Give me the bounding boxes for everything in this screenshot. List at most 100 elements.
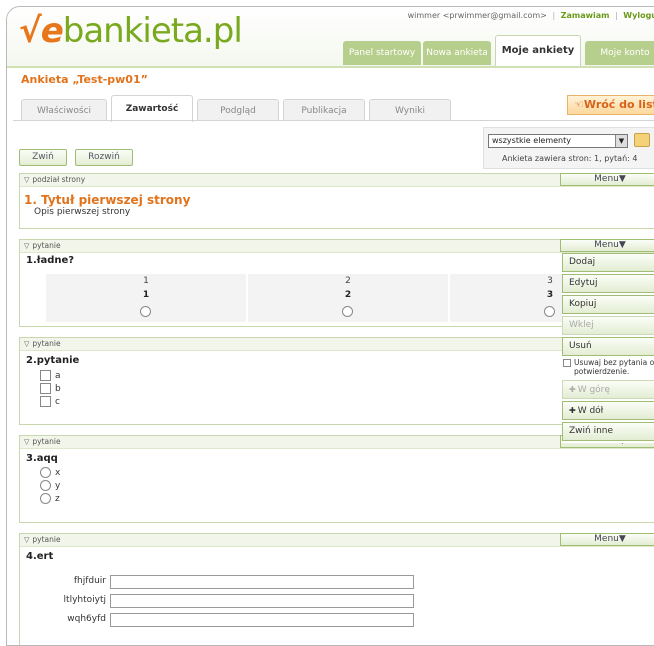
option-label: c — [55, 397, 60, 407]
field-label: wqh6yfd — [67, 614, 106, 624]
radio-button[interactable] — [40, 480, 51, 491]
tab-zawartosc[interactable]: Zawartość — [111, 95, 193, 122]
tab-podglad[interactable]: Podgląd — [197, 99, 279, 121]
checkbox[interactable] — [563, 359, 571, 367]
page-description: Opis pierwszej strony — [34, 207, 131, 217]
move-up-label: W górę — [577, 385, 610, 395]
menu-item-copy[interactable]: Kopiuj — [562, 295, 654, 314]
block-type-label: pytanie — [32, 437, 61, 446]
checkbox[interactable] — [40, 370, 51, 381]
tab-wlasciwosci[interactable]: Właściwości — [21, 99, 107, 121]
question-block-4: ▽ pytanie Menu▼ 4.ert fhjfduir ltlyhtoiyt… — [19, 533, 654, 645]
checkbox[interactable] — [40, 396, 51, 407]
radio-option[interactable]: y — [20, 480, 654, 492]
menu-button[interactable]: Menu▼ — [560, 173, 654, 186]
menu-item-move-up[interactable]: ✚ W górę — [562, 380, 654, 399]
collapse-triangle-icon[interactable]: ▽ — [24, 438, 29, 446]
menu-label: Menu — [594, 174, 619, 184]
block-header: ▽pytanie Menu▼ — [20, 533, 654, 547]
question-block-2: ▽ pytanie 2.pytanie a b c — [19, 337, 654, 425]
menu-button-active[interactable]: Menu▼ — [560, 239, 654, 252]
menu-item-delete[interactable]: Usuń — [562, 337, 654, 356]
tab-moje-ankiety[interactable]: Moje ankiety — [495, 35, 581, 67]
radio-button[interactable] — [40, 467, 51, 478]
tab-nowa-ankieta[interactable]: Nowa ankieta — [423, 41, 491, 65]
radio-button[interactable] — [544, 306, 555, 317]
checkbox[interactable] — [40, 383, 51, 394]
pages-info: Ankieta zawiera stron: 1, pytań: 4 — [502, 154, 638, 163]
collapse-all-button[interactable]: Zwiń — [19, 149, 67, 166]
logo-v: √ — [19, 11, 42, 51]
scale-option-2: 2 2 — [248, 274, 448, 322]
logout-link[interactable]: Wylogu — [623, 11, 654, 20]
tab-moje-konto[interactable]: Moje konto — [585, 41, 654, 65]
radio-option[interactable]: z — [20, 493, 654, 505]
checkbox-option[interactable]: b — [20, 383, 654, 395]
menu-item-add[interactable]: Dodaj — [562, 253, 654, 272]
folder-icon[interactable] — [634, 133, 650, 147]
option-label: b — [55, 384, 61, 394]
collapse-triangle-icon[interactable]: ▽ — [24, 176, 29, 184]
radio-option[interactable]: x — [20, 467, 654, 479]
menu-item-edit[interactable]: Edytuj — [562, 274, 654, 293]
question-block-1: ▽ pytanie Menu▼ 1.ładne? 1 1 2 2 3 3 — [19, 239, 654, 327]
filter-value: wszystkie elementy — [492, 136, 571, 145]
text-input[interactable] — [110, 613, 414, 627]
question-block-3: ▽pytanie Menu▼ 3.aqq x y z — [19, 435, 654, 523]
tab-panel-startowy[interactable]: Panel startowy — [343, 41, 421, 65]
question-title: 4.ert — [26, 551, 54, 562]
site-logo[interactable]: √ebankieta.pl — [19, 9, 243, 53]
question-menu-dropdown: Dodaj Edytuj Kopiuj Wklej Usuń Usuwaj be… — [562, 253, 654, 443]
checkbox-option[interactable]: c — [20, 396, 654, 408]
scale-top-label: 2 — [345, 276, 351, 286]
top-header: √ebankieta.pl wimmer <prwimmer@gmail.com… — [7, 7, 654, 68]
option-label: Usuwaj bez pytania o potwierdzenie. — [574, 358, 654, 376]
tab-wyniki[interactable]: Wyniki — [369, 99, 451, 121]
expand-all-button[interactable]: Rozwiń — [75, 149, 133, 166]
menu-button[interactable]: Menu▼ — [560, 533, 654, 546]
app-frame: √ebankieta.pl wimmer <prwimmer@gmail.com… — [6, 6, 654, 646]
block-header: ▽ podział strony Menu▼ — [20, 173, 654, 187]
radio-button[interactable] — [140, 306, 151, 317]
arrow-down-icon: ✚ — [569, 406, 576, 415]
option-label: x — [55, 468, 61, 478]
field-label: ltlyhtoiytj — [63, 595, 106, 605]
option-label: z — [55, 494, 60, 504]
menu-item-move-down[interactable]: ✚ W dół — [562, 401, 654, 420]
filter-box: wszystkie elementy ▼ Ankieta zawiera str… — [483, 127, 654, 169]
collapse-triangle-icon[interactable]: ▽ — [24, 242, 29, 250]
header-divider — [7, 66, 654, 68]
scale-bottom-label: 2 — [344, 290, 352, 300]
scale-option-1: 1 1 — [46, 274, 246, 322]
collapse-triangle-icon[interactable]: ▽ — [24, 536, 29, 544]
radio-button[interactable] — [40, 493, 51, 504]
checkbox-option[interactable]: a — [20, 370, 654, 382]
block-type-label: pytanie — [32, 241, 61, 250]
text-input[interactable] — [110, 594, 414, 608]
text-input[interactable] — [110, 575, 414, 589]
radio-button[interactable] — [342, 306, 353, 317]
user-email: wimmer <prwimmer@gmail.com> — [407, 11, 547, 20]
page-break-block: ▽ podział strony Menu▼ 1. Tytuł pierwszej… — [19, 173, 654, 229]
option-label: a — [55, 371, 61, 381]
back-to-list-button[interactable]: ☜Wróć do listy — [567, 95, 654, 115]
arrow-up-icon: ✚ — [569, 385, 576, 394]
delete-without-confirm-option[interactable]: Usuwaj bez pytania o potwierdzenie. — [562, 358, 654, 378]
back-label: Wróć do listy — [583, 98, 654, 111]
chevron-down-icon: ▼ — [615, 135, 627, 147]
collapse-triangle-icon[interactable]: ▽ — [24, 340, 29, 348]
question-title: 2.pytanie — [26, 355, 80, 366]
user-line: wimmer <prwimmer@gmail.com> | Zamawiam |… — [408, 11, 654, 20]
order-link[interactable]: Zamawiam — [561, 11, 610, 20]
question-title: 3.aqq — [26, 453, 58, 464]
option-label: y — [55, 481, 61, 491]
tab-publikacja[interactable]: Publikacja — [283, 99, 365, 121]
block-type-label: podział strony — [32, 175, 86, 184]
field-label: fhjfduir — [73, 576, 106, 586]
block-header: ▽ pytanie — [20, 338, 654, 351]
scale-bottom-label: 1 — [142, 290, 150, 300]
element-filter-select[interactable]: wszystkie elementy ▼ — [488, 134, 628, 148]
menu-item-paste[interactable]: Wklej — [562, 316, 654, 335]
menu-item-collapse-others[interactable]: Zwiń inne — [562, 422, 654, 441]
menu-label: Menu — [594, 534, 619, 544]
